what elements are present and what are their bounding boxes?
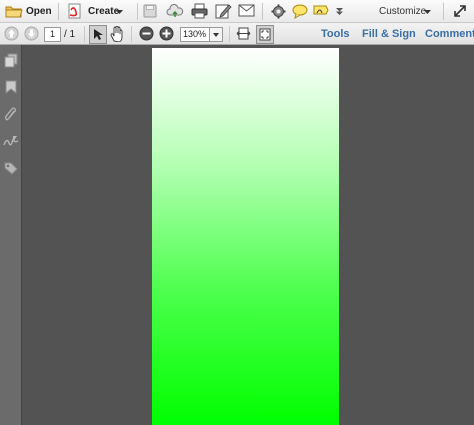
page-total: / 1 xyxy=(64,29,76,40)
email-icon[interactable] xyxy=(238,4,255,17)
pages-icon[interactable] xyxy=(4,53,18,68)
next-page-icon[interactable] xyxy=(24,26,39,41)
tab-tools[interactable]: Tools xyxy=(321,28,350,40)
expand-icon[interactable] xyxy=(453,4,467,18)
sign-icon[interactable] xyxy=(313,4,329,19)
attachment-icon[interactable] xyxy=(5,107,17,122)
chevron-down-icon xyxy=(116,10,123,14)
fit-width-icon[interactable] xyxy=(236,26,251,41)
zoom-out-icon[interactable] xyxy=(139,26,154,41)
chevron-down-icon xyxy=(213,33,219,37)
select-tool-button[interactable] xyxy=(89,25,107,44)
cursor-icon xyxy=(94,29,103,40)
zoom-dropdown-button[interactable] xyxy=(209,27,223,42)
chevron-down-icon xyxy=(424,10,431,14)
cloud-upload-icon[interactable] xyxy=(166,4,184,19)
zoom-in-icon[interactable] xyxy=(159,26,174,41)
create-pdf-icon xyxy=(68,3,81,19)
previous-page-icon[interactable] xyxy=(4,26,19,41)
fit-page-button[interactable] xyxy=(256,25,274,44)
main-toolbar: Open Create Customize xyxy=(0,0,474,23)
signature-icon[interactable] xyxy=(3,134,19,148)
hand-tool-icon[interactable] xyxy=(110,26,125,42)
print-icon[interactable] xyxy=(191,3,208,19)
tab-comment[interactable]: Comment xyxy=(425,28,474,40)
customize-label: Customize xyxy=(379,6,427,17)
overflow-icon[interactable] xyxy=(336,8,343,15)
create-button[interactable]: Create xyxy=(64,2,126,21)
tag-icon[interactable] xyxy=(4,162,18,175)
customize-button[interactable]: Customize xyxy=(372,2,434,21)
open-button[interactable]: Open xyxy=(2,2,52,21)
open-label: Open xyxy=(26,6,52,17)
bookmark-icon[interactable] xyxy=(5,80,17,94)
save-icon[interactable] xyxy=(143,4,157,18)
navigation-sidebar xyxy=(0,45,22,425)
fit-page-icon xyxy=(259,28,271,41)
folder-icon xyxy=(5,6,23,18)
pdf-page[interactable] xyxy=(152,48,339,425)
page-number-input[interactable]: 1 xyxy=(44,27,61,42)
tab-fill-and-sign[interactable]: Fill & Sign xyxy=(362,28,416,40)
comment-icon[interactable] xyxy=(292,4,308,19)
gear-icon[interactable] xyxy=(271,4,286,19)
edit-icon[interactable] xyxy=(215,3,232,19)
create-label: Create xyxy=(88,6,120,17)
zoom-level-input[interactable]: 130% xyxy=(180,27,212,42)
